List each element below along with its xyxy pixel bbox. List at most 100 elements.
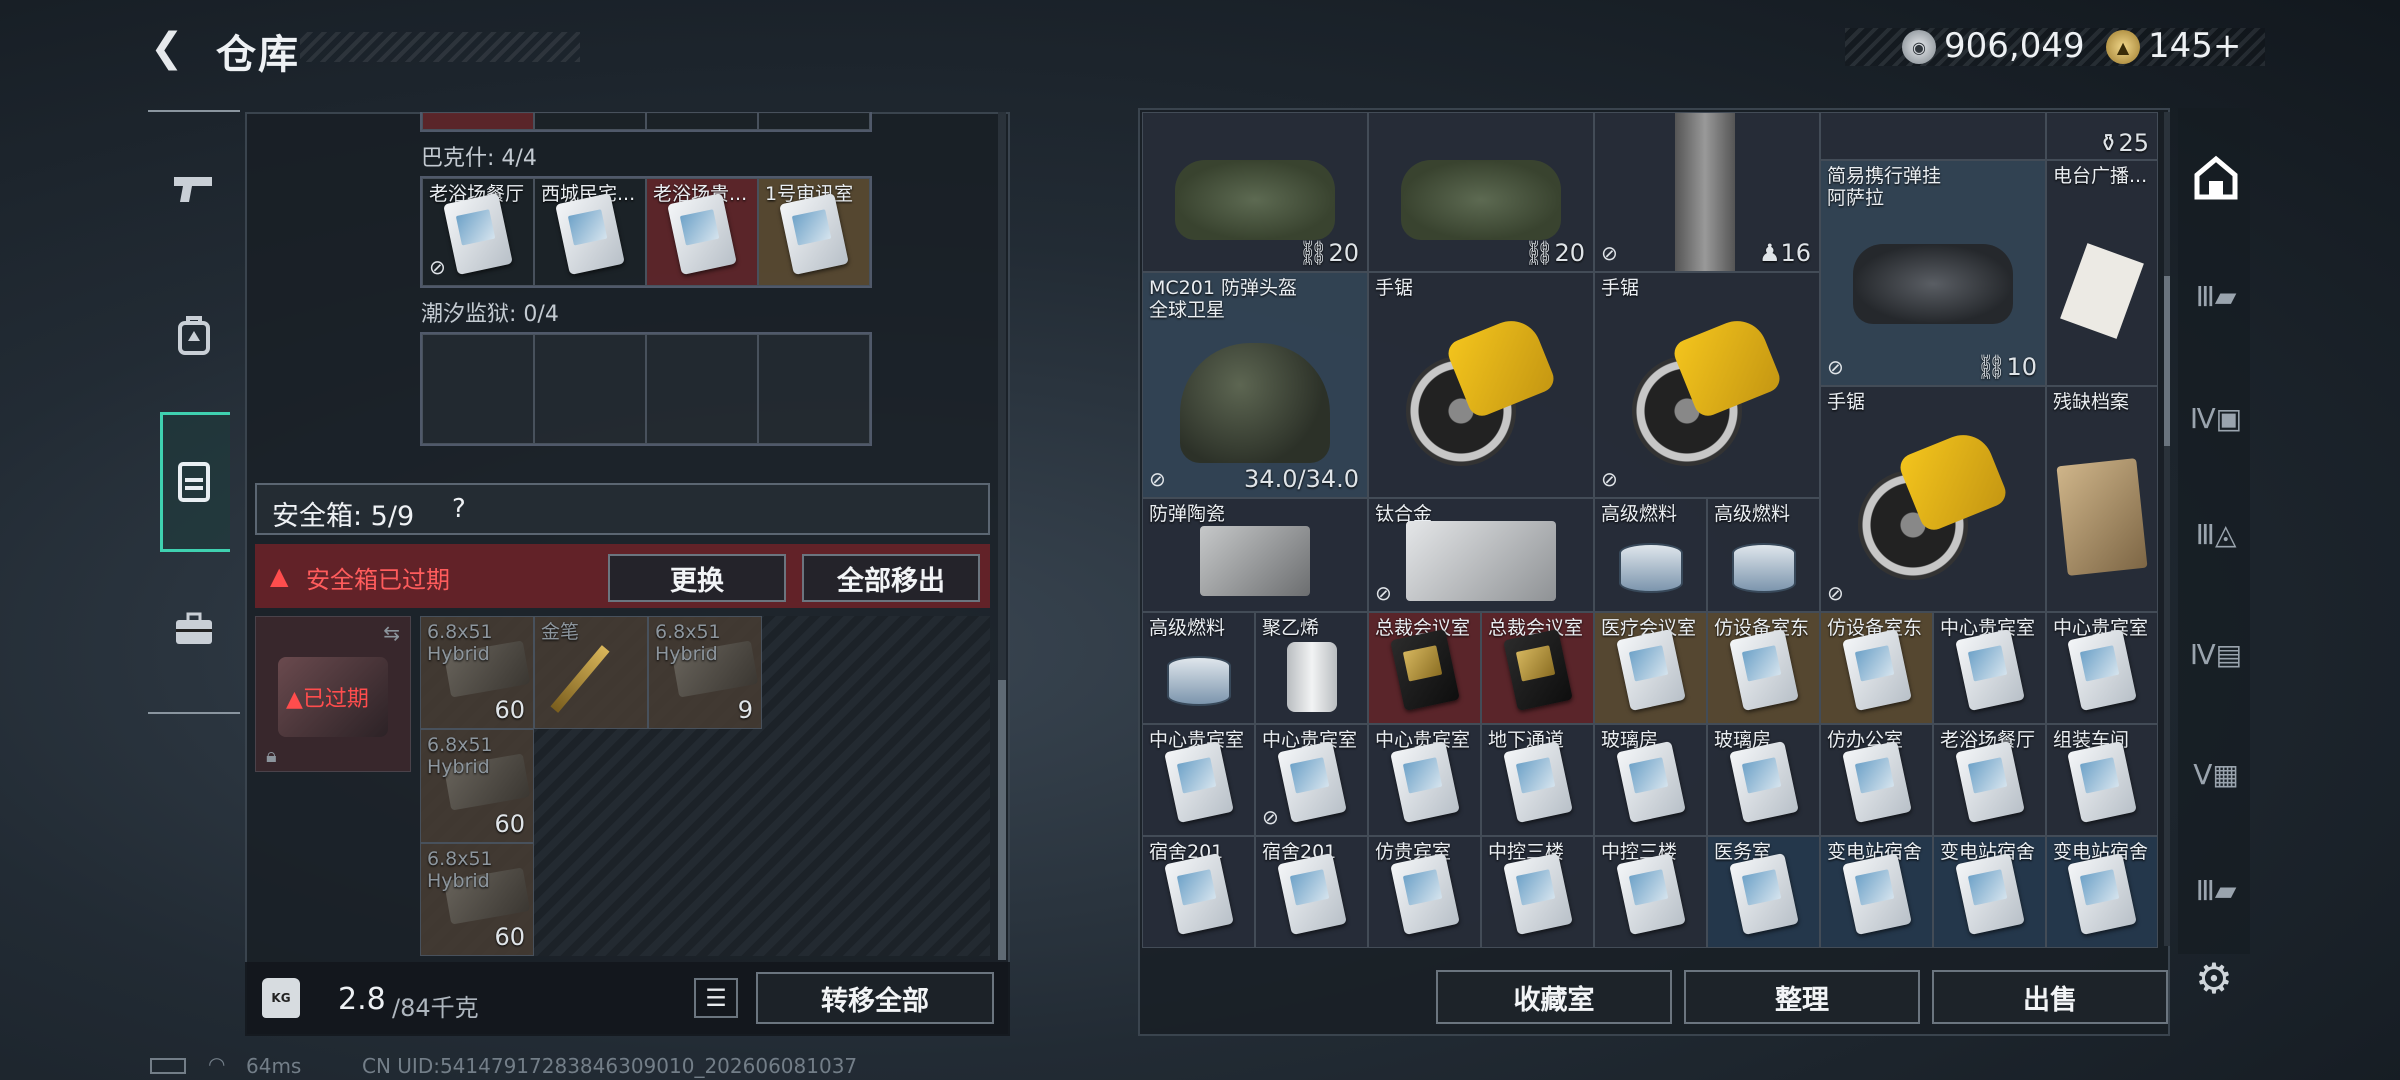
left-scrollbar-thumb[interactable]: [998, 680, 1006, 960]
empty-slot[interactable]: [758, 334, 870, 444]
back-arrow-icon[interactable]: ❮: [150, 28, 190, 68]
key-card-item[interactable]: 中控三楼: [1481, 836, 1594, 948]
titanium-item[interactable]: 钛合金 ⊘: [1368, 498, 1594, 612]
key-card-item[interactable]: 地下通道: [1481, 724, 1594, 836]
key-card-slot[interactable]: 西城民宅...: [534, 178, 646, 286]
no-use-icon: ⊘: [1262, 805, 1279, 829]
helmet-durability: 34.0/34.0: [1244, 465, 1359, 493]
pole-item[interactable]: ⊘ ♟16: [1594, 112, 1820, 272]
key-card-item[interactable]: 仿办公室: [1820, 724, 1933, 836]
title-stripe: [300, 32, 580, 62]
sell-button[interactable]: 出售: [1932, 970, 2168, 1024]
radio-doc-item[interactable]: 电台广播...: [2046, 160, 2158, 386]
simple-rig-item[interactable]: 简易携行弹挂 阿萨拉 ⊘ ⛓10: [1820, 160, 2046, 386]
key-card-slot[interactable]: 1号审讯室: [758, 178, 870, 286]
vest-icon[interactable]: [165, 452, 223, 510]
tier3-misc-tab-icon[interactable]: Ⅲ▰: [2182, 856, 2250, 924]
key-card-item[interactable]: 总裁会议室: [1481, 612, 1594, 724]
empty-slot[interactable]: [534, 334, 646, 444]
broken-file-item[interactable]: 残缺档案: [2046, 386, 2158, 612]
bag-item[interactable]: ⛓20: [1368, 112, 1594, 272]
key-card-item[interactable]: 仿设备室东: [1707, 612, 1820, 724]
key-card-item[interactable]: 医务室: [1707, 836, 1820, 948]
key-card-item[interactable]: 总裁会议室: [1368, 612, 1481, 724]
key-card-item[interactable]: 仿设备室东: [1820, 612, 1933, 724]
backpack-icon[interactable]: [165, 306, 223, 364]
tier3-helmet-tab-icon[interactable]: Ⅲ◬: [2182, 500, 2250, 568]
gold-pen-item[interactable]: 金笔: [534, 616, 648, 730]
key-card-item[interactable]: 宿舍201: [1255, 836, 1368, 948]
key-card-item[interactable]: 变电站宿舍: [2046, 836, 2158, 948]
key-card-item[interactable]: 中心贵宾室: [2046, 612, 2158, 724]
right-scrollbar[interactable]: [2164, 112, 2170, 946]
key-card-item[interactable]: 变电站宿舍: [1933, 836, 2046, 948]
ammo-item[interactable]: 6.8x51 Hybrid 60: [420, 616, 534, 730]
key-card-item[interactable]: 组装车间: [2046, 724, 2158, 836]
key-card-item[interactable]: 医疗会议室: [1594, 612, 1707, 724]
gold-coin-icon: ▲: [2106, 30, 2140, 64]
item-top-partial[interactable]: [1820, 112, 2046, 160]
list-icon[interactable]: ☰: [694, 978, 738, 1018]
safe-box-label: 安全箱: 5/9: [272, 501, 415, 532]
empty-slot[interactable]: [646, 334, 758, 444]
key-card-item[interactable]: 宿舍201: [1142, 836, 1255, 948]
polyethylene-item[interactable]: 聚乙烯: [1255, 612, 1368, 724]
ammo-item[interactable]: 6.8x51 Hybrid 9: [648, 616, 762, 730]
empty-slot[interactable]: [876, 729, 990, 842]
key-card-item[interactable]: 中心贵宾室: [1368, 724, 1481, 836]
empty-slot[interactable]: [876, 616, 990, 729]
helmet-item[interactable]: MC201 防弹头盔 全球卫星 ⊘ 34.0/34.0: [1142, 272, 1368, 498]
collection-room-button[interactable]: 收藏室: [1436, 970, 1672, 1024]
fuel-item[interactable]: 高级燃料: [1142, 612, 1255, 724]
safe-expired-text: 安全箱已过期: [306, 566, 450, 594]
hand-saw-item[interactable]: 手锯 ⊘: [1820, 386, 2046, 612]
key-card-item[interactable]: 玻璃房: [1707, 724, 1820, 836]
remove-all-button[interactable]: 全部移出: [802, 554, 980, 602]
fuel-item[interactable]: 高级燃料: [1594, 498, 1707, 612]
warning-icon: ▲: [270, 562, 289, 590]
tier4-doc-tab-icon[interactable]: Ⅳ▤: [2182, 620, 2250, 688]
no-use-icon: ⊘: [1827, 355, 1844, 379]
key-card-item[interactable]: 中心贵宾室: [1933, 612, 2046, 724]
weight-max: /84千克: [392, 994, 479, 1022]
key-card-item[interactable]: 变电站宿舍: [1820, 836, 1933, 948]
tier3-weapon-tab-icon[interactable]: Ⅲ▰: [2182, 262, 2250, 330]
item-top-partial[interactable]: ⚱25: [2046, 112, 2158, 160]
all-items-tab-icon[interactable]: [2182, 144, 2250, 212]
key-card-item[interactable]: 中心贵宾室: [1142, 724, 1255, 836]
no-use-icon: ⊘: [1375, 581, 1392, 605]
hand-saw-item[interactable]: 手锯: [1368, 272, 1594, 498]
empty-slot[interactable]: [422, 334, 534, 444]
ammo-item[interactable]: 6.8x51 Hybrid 60: [420, 842, 534, 956]
right-scrollbar-thumb[interactable]: [2164, 276, 2170, 446]
key-card-item[interactable]: 中心贵宾室 ⊘: [1255, 724, 1368, 836]
organize-button[interactable]: 整理: [1684, 970, 1920, 1024]
ammo-item[interactable]: 6.8x51 Hybrid 60: [420, 729, 534, 843]
empty-slot[interactable]: [762, 616, 876, 729]
briefcase-icon[interactable]: [165, 600, 223, 658]
help-icon[interactable]: ?: [452, 494, 466, 524]
replace-button[interactable]: 更换: [608, 554, 786, 602]
pistol-icon[interactable]: [165, 160, 223, 218]
empty-slot[interactable]: [648, 729, 762, 842]
empty-slot[interactable]: [534, 729, 648, 842]
key-card-slot[interactable]: 老浴场贵...: [646, 178, 758, 286]
key-card-item[interactable]: 老浴场餐厅: [1933, 724, 2046, 836]
bag-item[interactable]: ⛓20: [1142, 112, 1368, 272]
key-card-item[interactable]: 中控三楼: [1594, 836, 1707, 948]
empty-slot[interactable]: [762, 729, 876, 842]
ceramic-plate-item[interactable]: 防弹陶瓷: [1142, 498, 1368, 612]
tier5-tab-icon[interactable]: Ⅴ▦: [2182, 740, 2250, 808]
tier4-weapon-tab-icon[interactable]: Ⅳ▣: [2182, 384, 2250, 452]
settings-gear-icon[interactable]: ⚙: [2188, 952, 2240, 1004]
currency-gold[interactable]: 145+: [2148, 26, 2241, 66]
key-card-slot[interactable]: 老浴场餐厅 ⊘: [422, 178, 534, 286]
bag-count: ⛓20: [1523, 239, 1585, 267]
transfer-all-button[interactable]: 转移全部: [756, 972, 994, 1024]
fuel-item[interactable]: 高级燃料: [1707, 498, 1820, 612]
key-card-item[interactable]: 玻璃房: [1594, 724, 1707, 836]
safe-box-slot[interactable]: ▲已过期 ⇆ 🔒︎: [255, 616, 411, 772]
hand-saw-item[interactable]: 手锯 ⊘: [1594, 272, 1820, 498]
weight-current: 2.8: [338, 982, 386, 1017]
key-card-item[interactable]: 仿贵宾室: [1368, 836, 1481, 948]
